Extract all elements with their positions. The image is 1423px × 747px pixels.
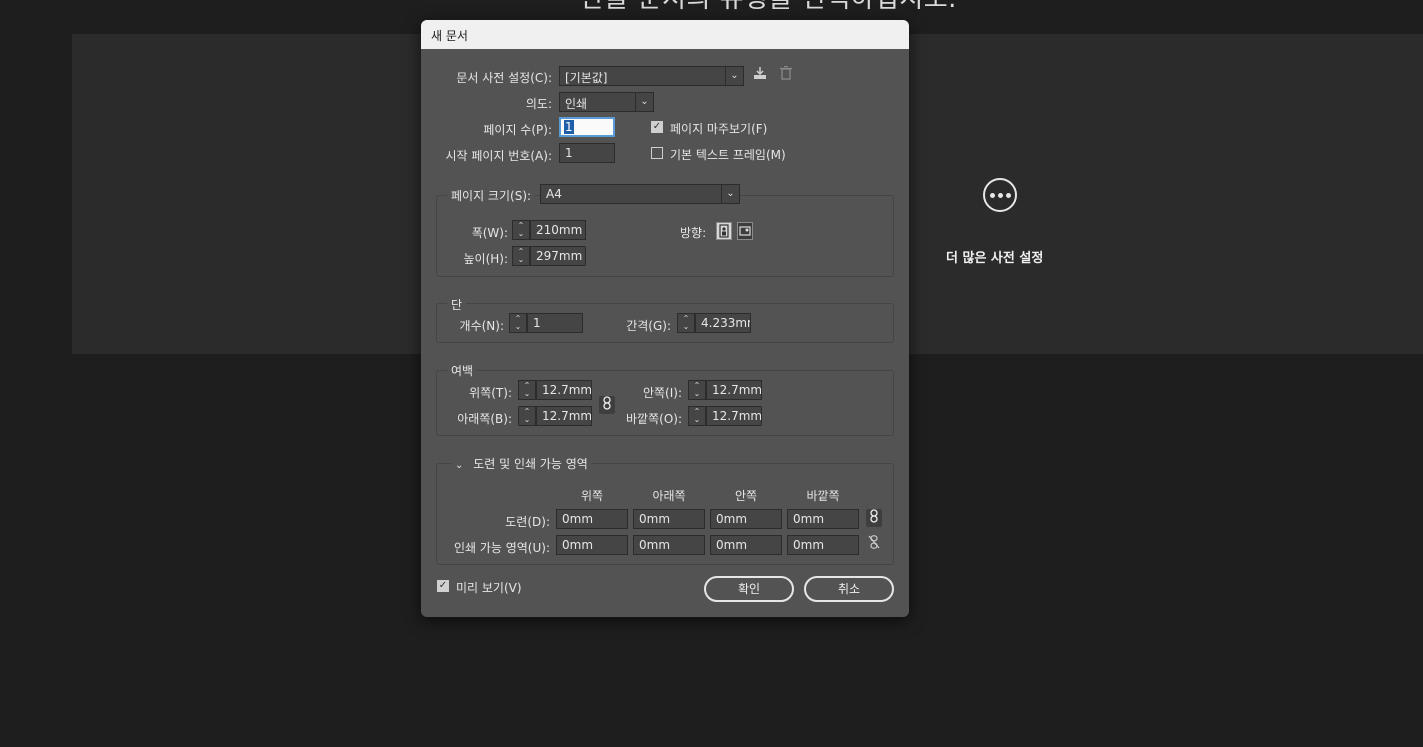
column-number-label: 개수(N):	[459, 319, 504, 333]
portrait-orientation-icon[interactable]	[716, 222, 732, 240]
primary-text-frame-checkbox[interactable]	[651, 147, 663, 159]
outside-margin-input[interactable]: 12.7mm	[706, 406, 762, 426]
page-size-label: 페이지 크기(S):	[447, 187, 536, 204]
more-presets-icon[interactable]	[983, 178, 1017, 212]
preview-label: 미리 보기(V)	[456, 581, 522, 595]
col-inside-header: 안쪽	[734, 489, 758, 503]
outside-margin-stepper[interactable]: ⌃ ⌄	[688, 406, 706, 426]
bottom-margin-label: 아래쪽(B):	[457, 412, 512, 426]
width-stepper[interactable]: ⌃ ⌄	[512, 220, 530, 240]
page-size-select[interactable]: A4 ⌄	[540, 184, 740, 204]
chevron-down-icon: ⌄	[455, 460, 464, 471]
chevron-down-icon: ⌄	[635, 93, 653, 111]
inside-margin-stepper[interactable]: ⌃ ⌄	[688, 380, 706, 400]
column-number-stepper[interactable]: ⌃ ⌄	[509, 313, 527, 333]
preview-checkbox[interactable]: ✓	[437, 580, 449, 592]
chevron-down-icon: ⌄	[725, 67, 743, 85]
bottom-margin-stepper[interactable]: ⌃ ⌄	[518, 406, 536, 426]
document-preset-select[interactable]: [기본값] ⌄	[559, 66, 744, 86]
height-label: 높이(H):	[463, 252, 508, 266]
bleed-inside-input[interactable]: 0mm	[710, 509, 782, 529]
orientation-label: 방향:	[680, 226, 707, 240]
bleed-slug-toggle[interactable]: ⌄ 도련 및 인쇄 가능 영역	[451, 455, 592, 472]
columns-title: 단	[447, 296, 467, 313]
slug-top-input[interactable]: 0mm	[556, 535, 628, 555]
intent-label: 의도:	[525, 97, 552, 111]
pages-label: 페이지 수(P):	[483, 123, 552, 137]
more-presets-label[interactable]: 더 많은 사전 설정	[946, 247, 1043, 266]
bleed-top-input[interactable]: 0mm	[556, 509, 628, 529]
background-heading: 만들 문서의 유형을 선택하십시오.	[580, 0, 957, 15]
new-document-dialog: 새 문서 문서 사전 설정(C): [기본값] ⌄ 의도: 인쇄 ⌄ 페이지 수…	[421, 20, 909, 617]
document-preset-value: [기본값]	[565, 71, 608, 85]
bleed-outside-input[interactable]: 0mm	[787, 509, 859, 529]
save-preset-icon[interactable]	[752, 66, 768, 84]
top-margin-label: 위쪽(T):	[469, 386, 512, 400]
width-label: 폭(W):	[471, 226, 508, 240]
top-margin-stepper[interactable]: ⌃ ⌄	[518, 380, 536, 400]
bleed-bottom-input[interactable]: 0mm	[633, 509, 705, 529]
cancel-button[interactable]: 취소	[804, 576, 894, 602]
height-stepper[interactable]: ⌃ ⌄	[512, 246, 530, 266]
col-outside-header: 바깥쪽	[806, 489, 840, 503]
primary-text-frame-label: 기본 텍스트 프레임(M)	[670, 148, 786, 162]
trash-icon[interactable]	[778, 65, 794, 84]
slug-outside-input[interactable]: 0mm	[787, 535, 859, 555]
slug-inside-input[interactable]: 0mm	[710, 535, 782, 555]
facing-pages-checkbox[interactable]: ✓	[651, 121, 663, 133]
broken-chain-link-icon[interactable]	[866, 535, 882, 553]
bleed-slug-title: 도련 및 인쇄 가능 영역	[473, 457, 588, 471]
chevron-down-icon: ⌄	[721, 185, 739, 203]
col-bottom-header: 아래쪽	[652, 489, 686, 503]
start-page-label: 시작 페이지 번호(A):	[445, 149, 552, 163]
landscape-orientation-icon[interactable]	[737, 222, 753, 240]
intent-select[interactable]: 인쇄 ⌄	[559, 92, 654, 112]
inside-margin-input[interactable]: 12.7mm	[706, 380, 762, 400]
margins-title: 여백	[447, 362, 478, 379]
gutter-label: 간격(G):	[626, 319, 671, 333]
document-preset-label: 문서 사전 설정(C):	[456, 71, 552, 85]
outside-margin-label: 바깥쪽(O):	[626, 412, 682, 426]
dialog-title: 새 문서	[421, 20, 909, 49]
inside-margin-label: 안쪽(I):	[642, 386, 682, 400]
gutter-input[interactable]: 4.233mm	[695, 313, 751, 333]
bleed-label: 도련(D):	[505, 515, 550, 529]
height-input[interactable]: 297mm	[530, 246, 586, 266]
facing-pages-label: 페이지 마주보기(F)	[670, 122, 768, 136]
start-page-input[interactable]: 1	[559, 143, 615, 163]
slug-label: 인쇄 가능 영역(U):	[453, 541, 550, 555]
col-top-header: 위쪽	[580, 489, 604, 503]
slug-bottom-input[interactable]: 0mm	[633, 535, 705, 555]
gutter-stepper[interactable]: ⌃ ⌄	[677, 313, 695, 333]
intent-value: 인쇄	[565, 97, 588, 111]
pages-input[interactable]: 1	[559, 117, 615, 137]
width-input[interactable]: 210mm	[530, 220, 586, 240]
pages-value: 1	[564, 120, 574, 134]
chain-link-icon[interactable]	[866, 509, 882, 527]
ok-button[interactable]: 확인	[704, 576, 794, 602]
page-size-value: A4	[546, 187, 562, 201]
